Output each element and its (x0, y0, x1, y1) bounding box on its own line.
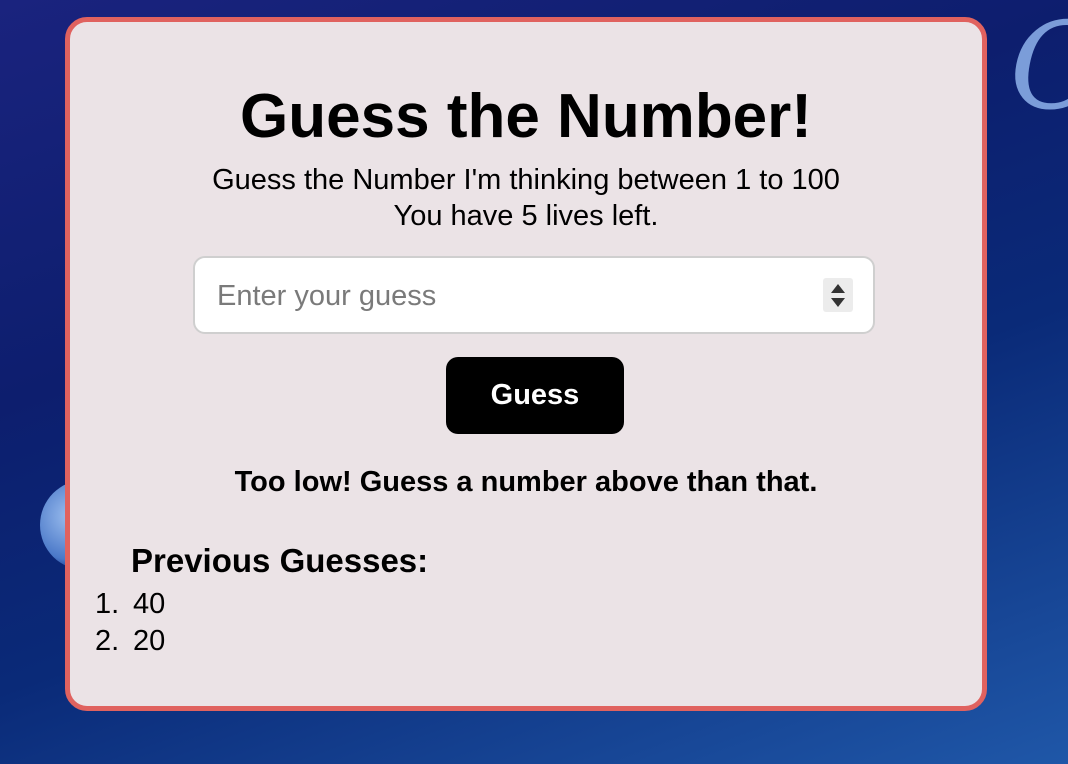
game-card: Guess the Number! Guess the Number I'm t… (65, 17, 987, 711)
guess-input-wrapper (193, 256, 875, 334)
page-title: Guess the Number! (240, 82, 812, 151)
previous-guesses-list: 1. 40 2. 20 (95, 586, 165, 660)
list-item-number: 1. (95, 588, 120, 620)
previous-guesses-heading: Previous Guesses: (131, 542, 429, 579)
guess-input[interactable] (215, 258, 809, 334)
number-spinner[interactable] (823, 278, 853, 312)
spinner-down-icon[interactable] (831, 298, 845, 307)
list-item-value: 20 (133, 625, 166, 657)
list-item-value: 40 (133, 588, 166, 620)
list-item: 1. 40 (95, 586, 165, 623)
background-decoration-glyph: O (1010, 8, 1068, 128)
range-instruction: Guess the Number I'm thinking between 1 … (212, 164, 840, 196)
guess-button[interactable]: Guess (446, 357, 624, 434)
list-item: 2. 20 (95, 623, 165, 660)
spinner-up-icon[interactable] (831, 284, 845, 293)
feedback-message: Too low! Guess a number above than that. (234, 466, 818, 498)
lives-remaining: You have 5 lives left. (393, 200, 659, 232)
instructions: Guess the Number I'm thinking between 1 … (70, 162, 982, 234)
list-item-number: 2. (95, 625, 120, 657)
